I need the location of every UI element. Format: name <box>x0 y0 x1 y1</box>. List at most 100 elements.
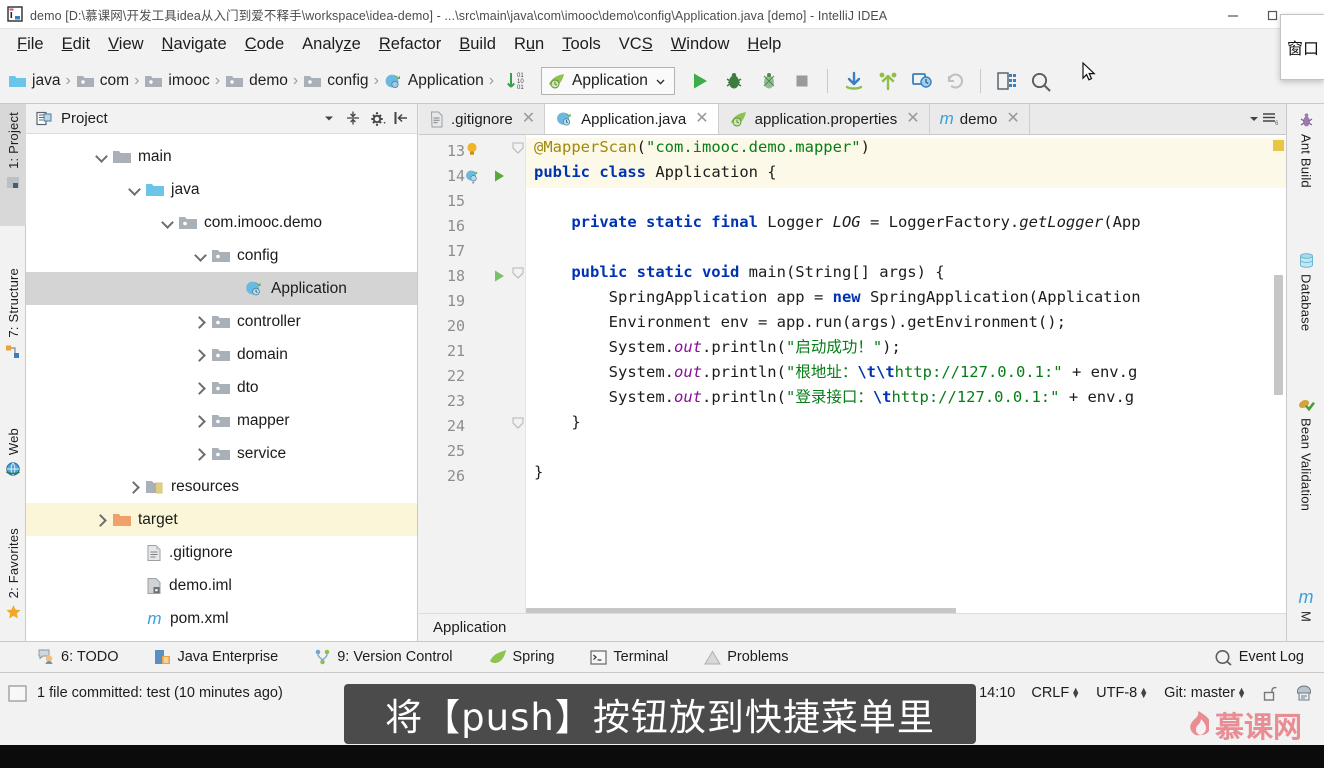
tree-row[interactable]: demo.iml <box>26 569 417 602</box>
sidebar-item-favorites[interactable]: 2: Favorites <box>0 524 26 654</box>
chevron-right-icon[interactable] <box>191 312 211 332</box>
sidebar-item-bean-validation[interactable]: Bean Validation <box>1287 396 1324 511</box>
intention-bulb-icon[interactable] <box>464 141 482 159</box>
menu-file[interactable]: File <box>8 33 53 56</box>
project-structure-icon[interactable] <box>995 70 1017 92</box>
chevron-down-icon[interactable] <box>158 213 178 233</box>
breadcrumb-com[interactable]: com <box>74 72 131 90</box>
inspection-hector-icon[interactable] <box>1294 684 1314 703</box>
search-everywhere-icon[interactable] <box>1029 70 1051 92</box>
tree-row[interactable]: controller <box>26 305 417 338</box>
menu-refactor[interactable]: Refactor <box>370 33 450 56</box>
run-configuration-selector[interactable]: Application <box>541 67 675 95</box>
breadcrumb-application[interactable]: Application <box>382 72 486 90</box>
code-text[interactable]: @MapperScan("com.imooc.demo.mapper") pub… <box>526 135 1286 641</box>
sidebar-item-database[interactable]: Database <box>1287 252 1324 331</box>
menu-build[interactable]: Build <box>450 33 505 56</box>
run-gutter-icon[interactable] <box>491 268 509 286</box>
tree-row[interactable]: service <box>26 437 417 470</box>
chevron-down-icon[interactable] <box>125 180 145 200</box>
menu-help[interactable]: Help <box>738 33 790 56</box>
tree-row[interactable]: mapper <box>26 404 417 437</box>
menu-navigate[interactable]: Navigate <box>153 33 236 56</box>
breadcrumb-java[interactable]: java <box>6 72 62 90</box>
chevron-right-icon[interactable] <box>125 477 145 497</box>
menu-edit[interactable]: Edit <box>53 33 99 56</box>
vcs-commit-icon[interactable] <box>876 70 898 92</box>
vcs-update-project-icon[interactable] <box>842 70 864 92</box>
chevron-down-icon[interactable] <box>191 246 211 266</box>
tree-row[interactable]: main <box>26 140 417 173</box>
breadcrumb-demo[interactable]: demo <box>223 72 290 90</box>
bottom-item-problems[interactable]: Problems <box>704 649 788 665</box>
tree-row[interactable]: resources <box>26 470 417 503</box>
code-editor[interactable]: 13 14 15 16 17 18 19 20 21 22 23 24 25 2… <box>419 135 1286 641</box>
chevron-right-icon[interactable] <box>92 510 112 530</box>
sidebar-item-structure[interactable]: 7: Structure <box>0 264 26 394</box>
tree-row-target[interactable]: target <box>26 503 417 536</box>
collapse-all-icon[interactable] <box>345 110 363 128</box>
bottom-item-spring[interactable]: Spring <box>489 649 554 665</box>
status-indicator-box[interactable] <box>8 684 27 702</box>
tree-row[interactable]: domain <box>26 338 417 371</box>
menu-run[interactable]: Run <box>505 33 553 56</box>
minimize-button[interactable] <box>1226 8 1240 22</box>
tree-row[interactable]: m pom.xml <box>26 602 417 635</box>
chevron-down-icon[interactable] <box>92 147 112 167</box>
chevron-right-icon[interactable] <box>191 345 211 365</box>
tree-row[interactable]: com.imooc.demo <box>26 206 417 239</box>
git-branch-selector[interactable]: Git: master ▲ ▼ <box>1164 685 1246 701</box>
menu-analyze[interactable]: Analyze <box>293 33 370 56</box>
tab-demo[interactable]: m demo ✕ <box>929 104 1030 134</box>
menu-tools[interactable]: Tools <box>553 33 610 56</box>
encoding-selector[interactable]: UTF-8 ▲ ▼ <box>1096 685 1148 701</box>
caret-position[interactable]: 14:10 <box>979 685 1015 701</box>
sidebar-item-ant-build[interactable]: Ant Build <box>1287 112 1324 188</box>
sort-numeric-icon[interactable]: 01 10 01 <box>505 70 527 92</box>
close-icon[interactable]: ✕ <box>906 111 919 127</box>
menu-window[interactable]: Window <box>662 33 739 56</box>
chevron-down-icon[interactable] <box>321 110 339 128</box>
tree-row-application[interactable]: Application <box>26 272 417 305</box>
bottom-item-todo[interactable]: 6: TODO <box>38 649 118 665</box>
tab-application-properties[interactable]: application.properties ✕ <box>718 104 930 134</box>
sidebar-item-project[interactable]: 1: Project <box>0 104 26 226</box>
menu-view[interactable]: View <box>99 33 152 56</box>
editor-vertical-scrollbar[interactable] <box>1274 275 1283 395</box>
close-icon[interactable]: ✕ <box>695 111 708 127</box>
debug-button[interactable] <box>723 70 745 92</box>
editor-gutter[interactable]: 13 14 15 16 17 18 19 20 21 22 23 24 25 2… <box>419 135 526 641</box>
editor-breadcrumb[interactable]: Application <box>419 613 1286 641</box>
sidebar-item-maven[interactable]: m M <box>1287 587 1324 622</box>
warning-stripe-marker[interactable] <box>1273 140 1284 151</box>
bottom-item-version-control[interactable]: 9: Version Control <box>314 649 453 665</box>
hide-panel-icon[interactable] <box>393 110 411 128</box>
breadcrumb-imooc[interactable]: imooc <box>142 72 211 90</box>
line-separator-selector[interactable]: CRLF ▲ ▼ <box>1031 685 1080 701</box>
bottom-item-java-enterprise[interactable]: Java Enterprise <box>154 649 278 665</box>
breadcrumb-config[interactable]: config <box>301 72 370 90</box>
maximize-restore-button[interactable] <box>1266 8 1280 22</box>
gear-icon[interactable] <box>369 110 387 128</box>
stop-button[interactable] <box>791 70 813 92</box>
close-icon[interactable]: ✕ <box>1006 111 1019 127</box>
chevron-right-icon[interactable] <box>191 411 211 431</box>
bottom-item-terminal[interactable]: Terminal <box>590 649 668 665</box>
tab-application-java[interactable]: Application.java ✕ <box>545 104 719 134</box>
tree-row[interactable]: java <box>26 173 417 206</box>
chevron-right-icon[interactable] <box>191 378 211 398</box>
vcs-history-icon[interactable] <box>910 70 932 92</box>
tab-gitignore[interactable]: .gitignore ✕ <box>419 104 546 134</box>
unlocked-icon[interactable] <box>1262 685 1278 702</box>
tree-row[interactable]: dto <box>26 371 417 404</box>
vcs-rollback-icon[interactable] <box>944 70 966 92</box>
menu-vcs[interactable]: VCS <box>610 33 662 56</box>
run-with-coverage-button[interactable] <box>757 70 779 92</box>
spring-bean-gutter-icon[interactable] <box>464 168 482 186</box>
chevron-right-icon[interactable] <box>191 444 211 464</box>
close-icon[interactable]: ✕ <box>522 111 535 127</box>
tab-list-menu-icon[interactable]: 6 <box>1241 104 1286 134</box>
sidebar-item-web[interactable]: Web <box>0 424 26 496</box>
bottom-item-event-log[interactable]: Event Log <box>1214 649 1304 666</box>
run-gutter-icon[interactable] <box>491 168 509 186</box>
